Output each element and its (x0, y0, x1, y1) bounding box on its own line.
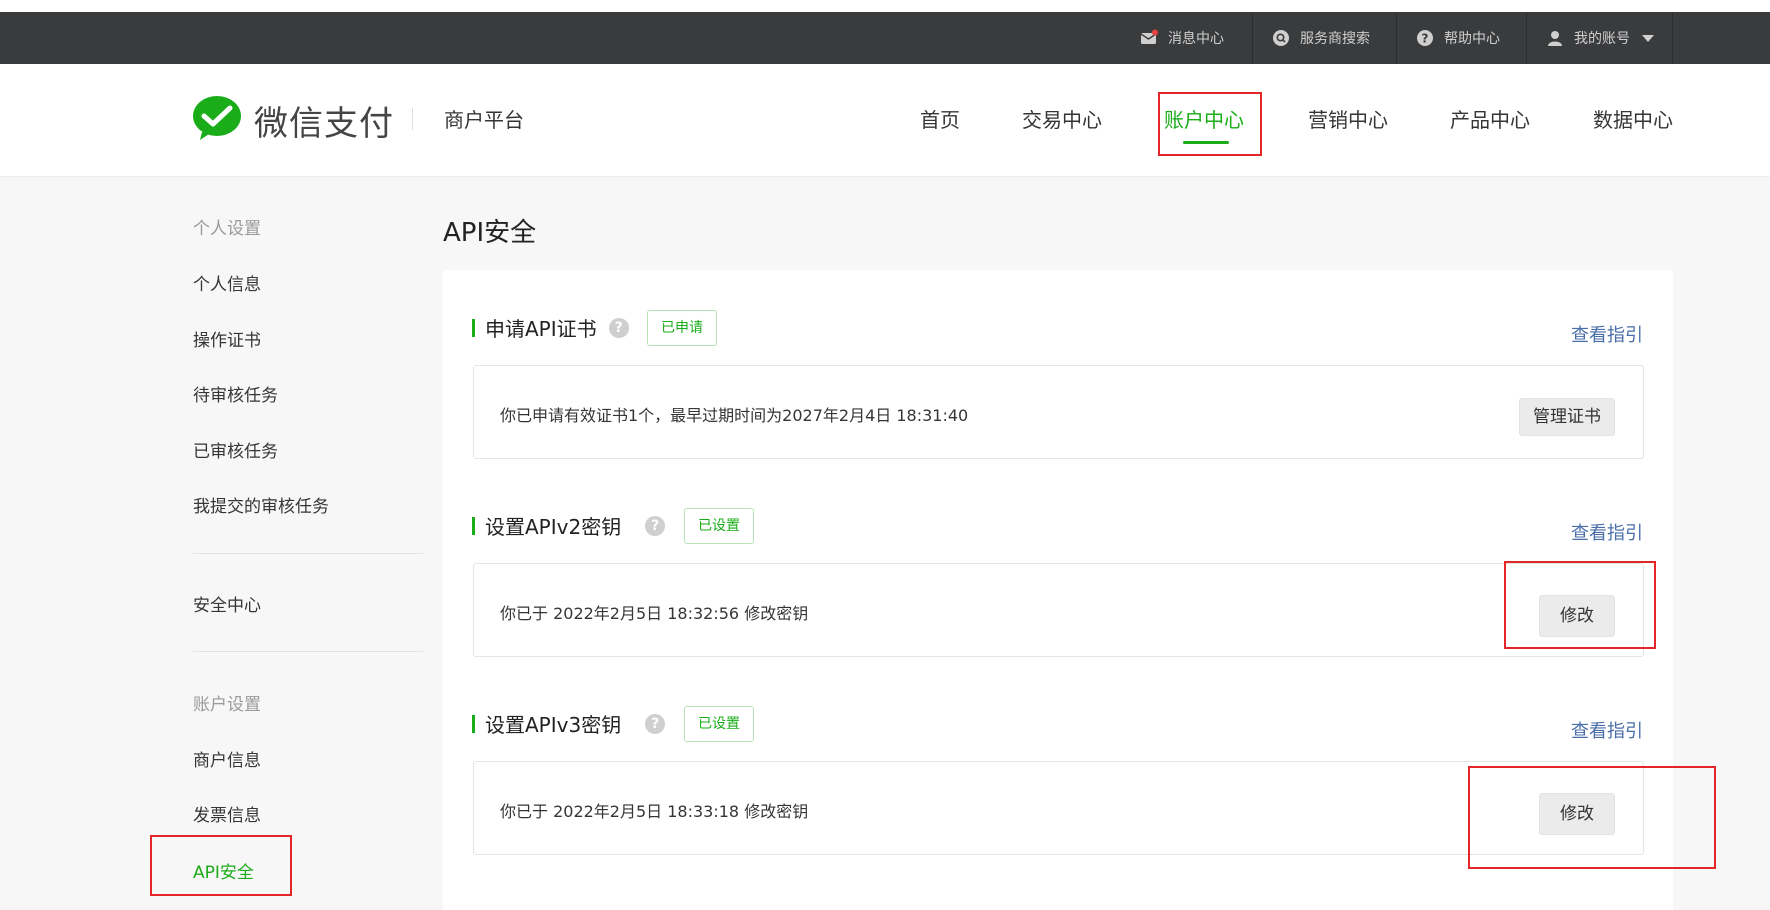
status-badge: 已申请 (647, 310, 717, 346)
section-api-certificate-title: 申请API证书 ? (472, 313, 629, 342)
status-badge: 已设置 (684, 706, 754, 742)
provider-search-label: 服务商搜索 (1300, 31, 1370, 47)
highlight-box (1504, 561, 1656, 649)
certificate-info-text: 你已申请有效证书1个，最早过期时间为2027年2月4日 18:31:40 (500, 406, 969, 425)
header-divider (412, 108, 413, 130)
help-icon[interactable]: ? (608, 317, 629, 338)
wechat-pay-logo-icon (192, 95, 242, 145)
nav-data-center[interactable]: 数据中心 (1593, 104, 1673, 133)
apiv2-info-box: 你已于 2022年2月5日 18:32:56 修改密钥 修改 (473, 563, 1644, 657)
search-icon (1272, 29, 1290, 47)
sidebar-divider (193, 651, 423, 652)
help-center-link[interactable]: ? 帮助中心 (1416, 12, 1500, 64)
view-guide-link[interactable]: 查看指引 (1571, 717, 1643, 743)
apiv2-info-text: 你已于 2022年2月5日 18:32:56 修改密钥 (500, 604, 809, 623)
sidebar-item-merchant-info[interactable]: 商户信息 (193, 746, 261, 771)
section-accent-bar (472, 714, 475, 733)
nav-marketing-center[interactable]: 营销中心 (1308, 104, 1388, 133)
section-accent-bar (472, 318, 475, 337)
sidebar-item-submitted-tasks[interactable]: 我提交的审核任务 (193, 492, 329, 517)
my-account-label: 我的账号 (1574, 31, 1630, 47)
highlight-box (1158, 92, 1262, 156)
help-icon[interactable]: ? (645, 713, 666, 734)
page-title: API安全 (443, 218, 537, 248)
nav-trade-center[interactable]: 交易中心 (1022, 104, 1102, 133)
status-badge: 已设置 (684, 508, 754, 544)
topbar-divider (1252, 12, 1253, 64)
topbar-divider (1396, 12, 1397, 64)
section-title-text: 申请API证书 (485, 317, 597, 341)
sidebar-item-operation-cert[interactable]: 操作证书 (193, 326, 261, 351)
certificate-info-box: 你已申请有效证书1个，最早过期时间为2027年2月4日 18:31:40 管理证… (473, 365, 1644, 459)
dropdown-caret-icon (1642, 34, 1654, 42)
sidebar-item-security-center[interactable]: 安全中心 (193, 591, 261, 616)
section-accent-bar (472, 516, 475, 535)
section-apiv3-key-title: 设置APIv3密钥 ? (472, 709, 666, 738)
svg-text:?: ? (1422, 32, 1429, 46)
sidebar-group-personal-settings: 个人设置 (193, 219, 261, 239)
user-icon (1546, 29, 1564, 47)
view-guide-link[interactable]: 查看指引 (1571, 519, 1643, 545)
my-account-menu[interactable]: 我的账号 (1546, 12, 1654, 64)
topbar-divider (1526, 12, 1527, 64)
brand-name: 微信支付 (254, 103, 394, 144)
section-title-text: 设置APIv2密钥 (485, 515, 622, 539)
apiv3-info-text: 你已于 2022年2月5日 18:33:18 修改密钥 (500, 802, 809, 821)
sidebar-item-personal-info[interactable]: 个人信息 (193, 270, 261, 295)
topbar-divider (1672, 12, 1673, 64)
message-center-link[interactable]: 消息中心 (1140, 12, 1224, 64)
provider-search-link[interactable]: 服务商搜索 (1272, 12, 1370, 64)
section-title-text: 设置APIv3密钥 (485, 713, 622, 737)
help-center-label: 帮助中心 (1444, 31, 1500, 47)
help-icon[interactable]: ? (645, 515, 666, 536)
sidebar-item-reviewed-tasks[interactable]: 已审核任务 (193, 437, 278, 462)
message-center-label: 消息中心 (1168, 31, 1224, 47)
section-apiv2-key-title: 设置APIv2密钥 ? (472, 511, 666, 540)
sidebar-group-account-settings: 账户设置 (193, 695, 261, 715)
platform-name: 商户平台 (444, 108, 524, 132)
sidebar-item-pending-tasks[interactable]: 待审核任务 (193, 381, 278, 406)
view-guide-link[interactable]: 查看指引 (1571, 321, 1643, 347)
message-icon (1140, 29, 1158, 47)
nav-home[interactable]: 首页 (920, 104, 960, 133)
sidebar-divider (193, 553, 423, 554)
manage-certificate-button[interactable]: 管理证书 (1519, 398, 1615, 436)
top-utility-bar (0, 12, 1770, 64)
nav-product-center[interactable]: 产品中心 (1450, 104, 1530, 133)
highlight-box (1468, 766, 1716, 869)
sidebar-item-invoice-info[interactable]: 发票信息 (193, 801, 261, 826)
help-icon: ? (1416, 29, 1434, 47)
highlight-box (150, 835, 292, 896)
wechat-pay-logo[interactable]: 微信支付 (192, 95, 394, 145)
